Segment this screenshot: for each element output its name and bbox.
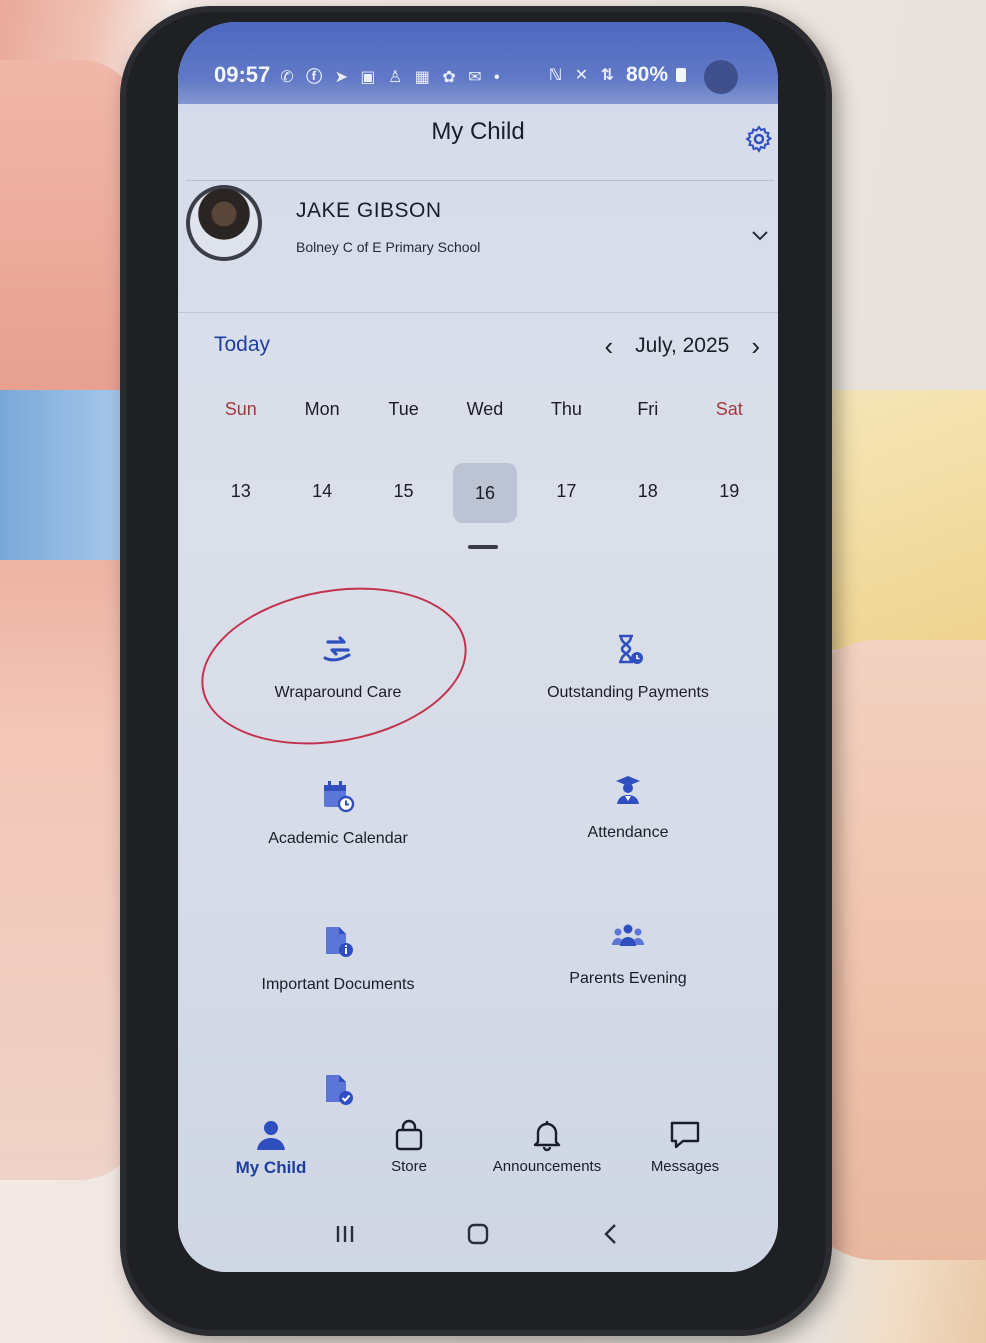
weekday-label: Fri bbox=[637, 399, 659, 419]
tile-label: Academic Calendar bbox=[268, 830, 408, 847]
avatar bbox=[186, 185, 262, 261]
tile-parents-evening[interactable]: Parents Evening bbox=[478, 918, 778, 1058]
tab-store[interactable]: Store bbox=[344, 1118, 474, 1208]
today-button[interactable]: Today bbox=[214, 333, 270, 357]
connectivity-icons: ℕ ✕ ⇅ bbox=[548, 67, 618, 84]
date-number: 17 bbox=[556, 481, 577, 501]
date-cell[interactable]: 15 bbox=[363, 463, 444, 519]
bottom-tab-bar: My Child Store Announcements Messages bbox=[178, 1118, 778, 1208]
date-number: 13 bbox=[230, 481, 251, 501]
graduate-icon bbox=[616, 776, 640, 804]
phone-screen: 09:57 ✆ ⓕ ➤ ▣ ♙ ▦ ✿ ✉ • ℕ ✕ ⇅ 80% My Chi… bbox=[178, 22, 778, 1272]
tile-partial[interactable] bbox=[188, 1072, 488, 1122]
battery-percent: 80% bbox=[625, 63, 668, 86]
child-school: Bolney C of E Primary School bbox=[296, 239, 481, 255]
date-number: 19 bbox=[719, 481, 740, 501]
date-number: 14 bbox=[312, 481, 333, 501]
tab-label: Messages bbox=[650, 1158, 720, 1175]
bell-icon bbox=[533, 1121, 561, 1152]
tab-my-child[interactable]: My Child bbox=[206, 1118, 336, 1208]
shopping-bag-icon bbox=[395, 1119, 423, 1151]
tile-outstanding-payments[interactable]: Outstanding Payments bbox=[478, 632, 778, 772]
background-yellow-object bbox=[826, 390, 986, 650]
app-header: My Child bbox=[178, 106, 778, 176]
date-cell[interactable]: 13 bbox=[200, 463, 281, 519]
date-cell[interactable]: 17 bbox=[526, 463, 607, 519]
date-row: 13 14 15 16 17 18 19 bbox=[200, 463, 770, 523]
weekday-label: Sat bbox=[715, 399, 743, 419]
drag-handle[interactable] bbox=[468, 545, 498, 549]
week-calendar: Today ‹ July, 2025 › Sun Mon Tue Wed Thu… bbox=[178, 312, 778, 562]
date-cell-selected[interactable]: 16 bbox=[444, 463, 525, 523]
tile-label: Outstanding Payments bbox=[547, 684, 709, 701]
feature-grid: Wraparound Care Outstanding Payments Aca… bbox=[178, 567, 778, 1142]
front-camera bbox=[704, 60, 738, 94]
tab-label: Store bbox=[391, 1158, 427, 1175]
tile-attendance[interactable]: Attendance bbox=[478, 772, 778, 912]
wraparound-care-icon bbox=[323, 636, 351, 662]
document-check-icon bbox=[326, 1075, 353, 1105]
date-cell[interactable]: 18 bbox=[607, 463, 688, 519]
background-blue-object bbox=[0, 390, 120, 560]
tile-label: Attendance bbox=[587, 824, 669, 841]
tile-label: Parents Evening bbox=[569, 970, 687, 987]
date-number: 18 bbox=[637, 481, 658, 501]
gear-icon[interactable] bbox=[744, 124, 774, 154]
tab-announcements[interactable]: Announcements bbox=[482, 1118, 612, 1208]
tile-label: Wraparound Care bbox=[274, 684, 402, 701]
current-month: July, 2025 bbox=[635, 334, 730, 357]
chevron-left-icon[interactable]: ‹ bbox=[604, 333, 613, 359]
person-icon bbox=[257, 1121, 285, 1150]
tab-label: My Child bbox=[235, 1158, 307, 1177]
hourglass-icon bbox=[619, 634, 643, 664]
weekday-label: Tue bbox=[388, 399, 419, 419]
status-right: ℕ ✕ ⇅ 80% bbox=[549, 63, 686, 87]
tile-academic-calendar[interactable]: Academic Calendar bbox=[188, 778, 488, 918]
date-number: 16 bbox=[452, 463, 517, 523]
tab-messages[interactable]: Messages bbox=[620, 1118, 750, 1208]
battery-icon bbox=[676, 68, 686, 82]
weekday-label: Mon bbox=[304, 399, 340, 419]
background-left-hand bbox=[0, 60, 140, 1180]
date-cell[interactable]: 19 bbox=[689, 463, 770, 519]
chat-bubble-icon bbox=[670, 1121, 700, 1149]
back-icon[interactable] bbox=[597, 1220, 625, 1248]
weekday-label: Sun bbox=[224, 399, 257, 419]
status-bar: 09:57 ✆ ⓕ ➤ ▣ ♙ ▦ ✿ ✉ • ℕ ✕ ⇅ 80% bbox=[178, 22, 778, 104]
weekday-label: Thu bbox=[550, 399, 582, 419]
notification-icons: ✆ ⓕ ➤ ▣ ♙ ▦ ✿ ✉ • bbox=[280, 69, 504, 86]
document-info-icon bbox=[326, 927, 353, 957]
calendar-clock-icon bbox=[324, 781, 355, 813]
weekday-header: Sun Mon Tue Wed Thu Fri Sat bbox=[200, 399, 770, 420]
child-selector[interactable]: JAKE GIBSON Bolney C of E Primary School bbox=[186, 180, 774, 292]
weekday-label: Wed bbox=[466, 399, 504, 419]
tile-wraparound-care[interactable]: Wraparound Care bbox=[188, 632, 488, 772]
child-name: JAKE GIBSON bbox=[296, 199, 442, 222]
recent-apps-icon[interactable] bbox=[331, 1220, 359, 1248]
status-time: 09:57 bbox=[214, 62, 271, 87]
page-title: My Child bbox=[431, 118, 525, 145]
chevron-down-icon[interactable] bbox=[750, 225, 770, 245]
tab-label: Announcements bbox=[492, 1158, 602, 1175]
chevron-right-icon[interactable]: › bbox=[751, 333, 760, 359]
tile-label: Important Documents bbox=[261, 976, 415, 993]
date-cell[interactable]: 14 bbox=[281, 463, 362, 519]
tile-important-documents[interactable]: Important Documents bbox=[188, 924, 488, 1064]
people-icon bbox=[612, 924, 644, 946]
home-icon[interactable] bbox=[464, 1220, 492, 1248]
month-navigation: ‹ July, 2025 › bbox=[604, 333, 760, 359]
date-number: 15 bbox=[393, 481, 414, 501]
system-nav-bar bbox=[178, 1204, 778, 1264]
